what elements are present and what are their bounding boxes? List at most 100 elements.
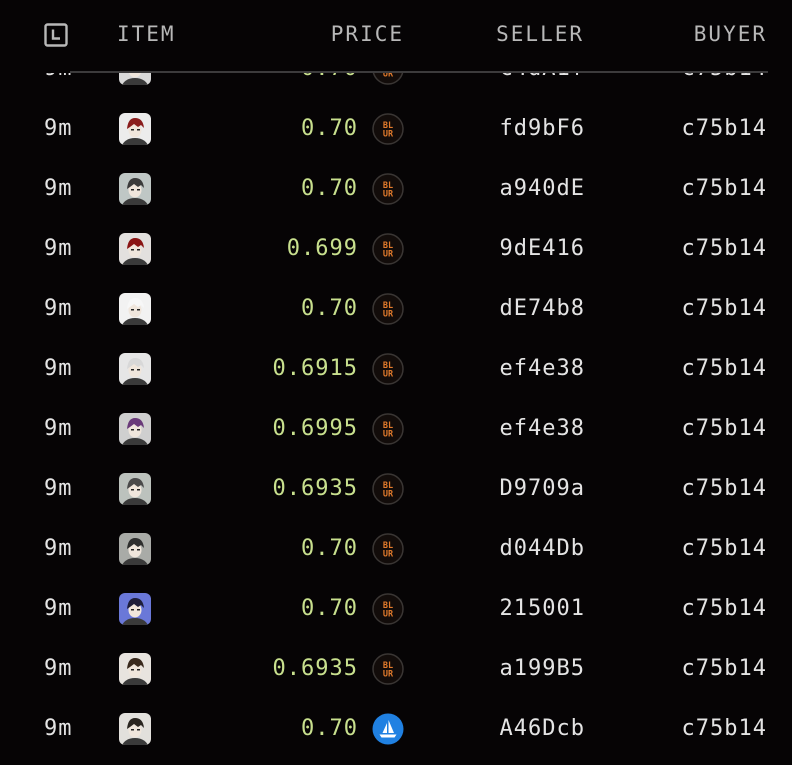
nft-avatar[interactable] <box>119 653 151 685</box>
sale-time: 9m <box>44 476 73 501</box>
seller-address[interactable]: D9709a <box>500 475 585 503</box>
blur-icon[interactable]: BLUR <box>372 353 404 385</box>
nft-avatar[interactable] <box>119 293 151 325</box>
svg-text:UR: UR <box>383 610 394 620</box>
sale-price: 0.6935 <box>272 656 358 681</box>
nft-avatar[interactable] <box>119 713 151 745</box>
svg-text:UR: UR <box>383 670 394 680</box>
table-row[interactable]: 9m 0.70 A46Dcb c75b14 <box>0 699 792 759</box>
nft-avatar[interactable] <box>119 593 151 625</box>
blur-icon[interactable]: BLUR <box>372 233 404 265</box>
seller-address[interactable]: A46Dcb <box>500 715 585 743</box>
seller-address[interactable]: fd9bF6 <box>500 115 585 143</box>
buyer-address[interactable]: c75b14 <box>682 655 767 683</box>
buyer-address[interactable]: c75b14 <box>682 715 767 743</box>
sale-price: 0.70 <box>301 116 358 141</box>
sale-time: 9m <box>44 416 73 441</box>
sale-time: 9m <box>44 716 73 741</box>
blur-icon[interactable]: BLUR <box>372 173 404 205</box>
table-row[interactable]: 9m 0.70 BL UR fd9bF6 c75b14 <box>0 99 792 159</box>
table-row[interactable]: 9m 0.70 BL UR a940dE c75b14 <box>0 159 792 219</box>
sale-price: 0.70 <box>301 536 358 561</box>
sale-time: 9m <box>44 73 73 83</box>
table-row[interactable]: 9m 0.70 BL UR dE74b8 c75b14 <box>0 279 792 339</box>
buyer-address[interactable]: c75b14 <box>682 535 767 563</box>
table-row[interactable]: 9m 0.6935 BL UR D9709a c75b14 <box>0 459 792 519</box>
svg-text:UR: UR <box>383 430 394 440</box>
column-header-item[interactable]: ITEM <box>117 20 176 48</box>
blur-icon[interactable]: BLUR <box>372 293 404 325</box>
buyer-address[interactable]: c75b14 <box>682 475 767 503</box>
sale-price: 0.70 <box>301 596 358 621</box>
svg-text:UR: UR <box>383 490 394 500</box>
clock-icon[interactable] <box>44 23 68 47</box>
nft-avatar[interactable] <box>119 173 151 205</box>
header-divider <box>70 71 768 73</box>
sale-price: 0.70 <box>301 73 358 83</box>
sales-table: ITEM PRICE SELLER BUYER 9m 0.70 BLUR C4dA1f… <box>0 0 792 765</box>
seller-address[interactable]: 9dE416 <box>500 235 585 263</box>
table-row[interactable]: 9m 0.699 BL UR 9dE416 c75b14 <box>0 219 792 279</box>
table-row[interactable]: 9m 0.6935 BL UR a199B5 c75b14 <box>0 639 792 699</box>
sale-price: 0.6935 <box>272 476 358 501</box>
column-header-price[interactable]: PRICE <box>331 20 404 48</box>
sale-time: 9m <box>44 356 73 381</box>
sale-price: 0.70 <box>301 716 358 741</box>
blur-icon[interactable]: BLUR <box>372 473 404 505</box>
nft-avatar[interactable] <box>119 113 151 145</box>
nft-avatar[interactable] <box>119 413 151 445</box>
seller-address[interactable]: C4dA1f <box>500 73 585 83</box>
sale-price: 0.70 <box>301 176 358 201</box>
svg-text:UR: UR <box>383 370 394 380</box>
column-header-seller[interactable]: SELLER <box>496 20 584 48</box>
seller-address[interactable]: 215001 <box>500 595 585 623</box>
blur-icon[interactable]: BLUR <box>372 413 404 445</box>
svg-text:UR: UR <box>383 310 394 320</box>
buyer-address[interactable]: c75b14 <box>682 295 767 323</box>
sale-time: 9m <box>44 176 73 201</box>
buyer-address[interactable]: c75b14 <box>682 73 767 83</box>
blur-icon[interactable]: BLUR <box>372 113 404 145</box>
opensea-icon[interactable] <box>372 713 404 745</box>
nft-avatar[interactable] <box>119 233 151 265</box>
sale-price: 0.70 <box>301 296 358 321</box>
sale-time: 9m <box>44 116 73 141</box>
buyer-address[interactable]: c75b14 <box>682 415 767 443</box>
sale-price: 0.6915 <box>272 356 358 381</box>
column-header-buyer[interactable]: BUYER <box>694 20 767 48</box>
seller-address[interactable]: d044Db <box>500 535 585 563</box>
sale-time: 9m <box>44 236 73 261</box>
nft-avatar[interactable] <box>119 533 151 565</box>
sale-time: 9m <box>44 656 73 681</box>
sale-price: 0.699 <box>286 236 358 261</box>
seller-address[interactable]: ef4e38 <box>500 355 585 383</box>
blur-icon[interactable]: BLUR <box>372 533 404 565</box>
seller-address[interactable]: a199B5 <box>500 655 585 683</box>
blur-icon[interactable]: BLUR <box>372 593 404 625</box>
table-row[interactable]: 9m 0.70 BL UR d044Db c75b14 <box>0 519 792 579</box>
nft-avatar[interactable] <box>119 73 151 85</box>
svg-text:UR: UR <box>383 190 394 200</box>
svg-text:UR: UR <box>383 250 394 260</box>
svg-text:UR: UR <box>383 130 394 140</box>
seller-address[interactable]: ef4e38 <box>500 415 585 443</box>
table-header: ITEM PRICE SELLER BUYER <box>0 0 792 72</box>
buyer-address[interactable]: c75b14 <box>682 355 767 383</box>
table-row[interactable]: 9m 0.6915 BL UR ef4e38 c75b14 <box>0 339 792 399</box>
buyer-address[interactable]: c75b14 <box>682 115 767 143</box>
blur-icon[interactable]: BLUR <box>372 653 404 685</box>
buyer-address[interactable]: c75b14 <box>682 595 767 623</box>
table-row[interactable]: 9m 0.70 BL UR 215001 c75b14 <box>0 579 792 639</box>
nft-avatar[interactable] <box>119 353 151 385</box>
blur-icon[interactable]: BLUR <box>372 73 404 85</box>
svg-text:UR: UR <box>383 73 394 80</box>
table-row[interactable]: 9m 0.6995 BL UR ef4e38 c75b14 <box>0 399 792 459</box>
nft-avatar[interactable] <box>119 473 151 505</box>
buyer-address[interactable]: c75b14 <box>682 235 767 263</box>
sale-time: 9m <box>44 536 73 561</box>
table-row[interactable]: 9m 0.70 BLUR C4dA1f c75b14 <box>0 73 792 99</box>
seller-address[interactable]: a940dE <box>500 175 585 203</box>
buyer-address[interactable]: c75b14 <box>682 175 767 203</box>
seller-address[interactable]: dE74b8 <box>500 295 585 323</box>
sale-time: 9m <box>44 296 73 321</box>
